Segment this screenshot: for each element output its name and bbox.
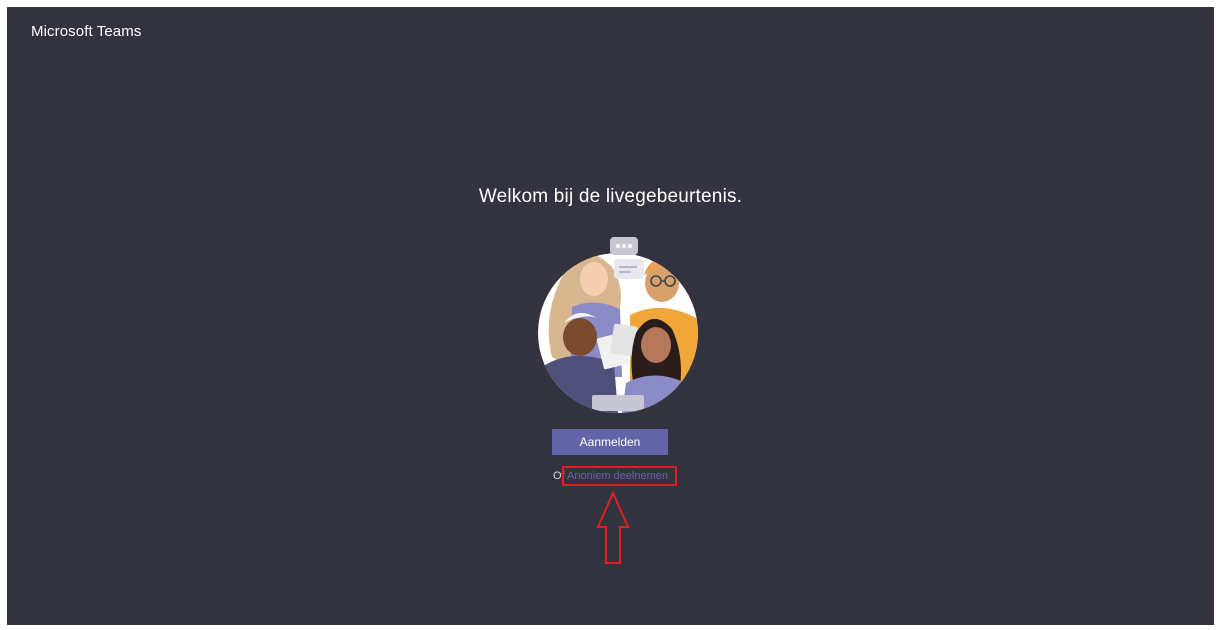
up-arrow-outline-icon xyxy=(596,491,630,564)
people-group-illustration xyxy=(538,237,698,413)
teams-window: Microsoft Teams Welkom bij de livegebeur… xyxy=(7,7,1214,625)
app-title: Microsoft Teams xyxy=(31,23,142,40)
annotation-highlight-box xyxy=(562,466,677,486)
welcome-heading: Welkom bij de livegebeurtenis. xyxy=(478,186,743,207)
signin-button[interactable]: Aanmelden xyxy=(552,429,668,455)
